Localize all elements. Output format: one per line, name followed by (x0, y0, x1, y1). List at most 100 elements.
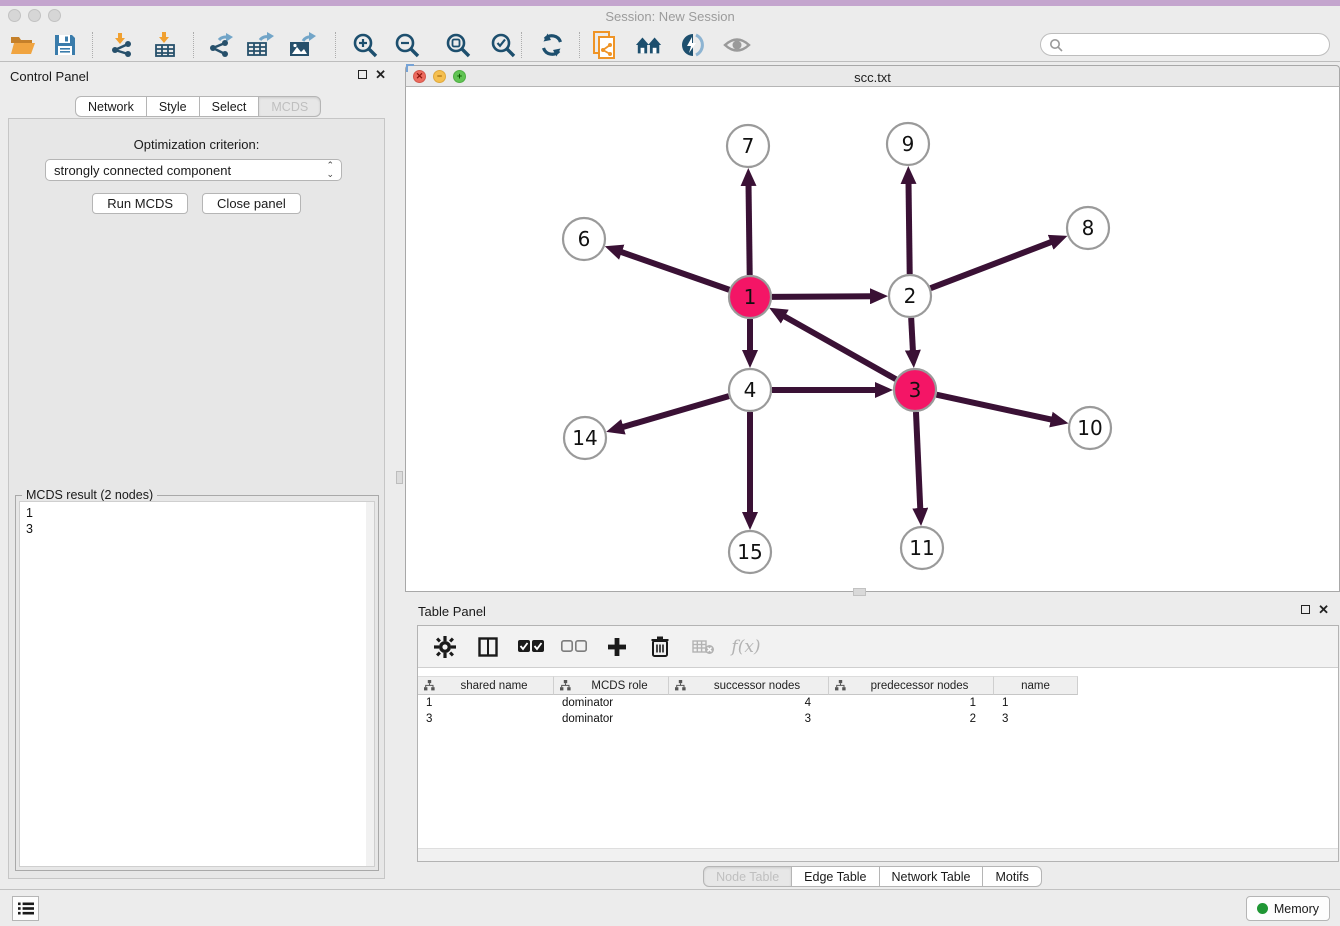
close-panel-icon[interactable]: ✕ (375, 69, 386, 80)
optimization-criterion-dropdown[interactable]: strongly connected component ⌃⌄ (45, 159, 342, 181)
save-session-icon[interactable] (51, 31, 79, 59)
tab-style[interactable]: Style (147, 96, 200, 117)
tab-network[interactable]: Network (75, 96, 147, 117)
edge-2-3[interactable] (911, 318, 913, 354)
node-label-2: 2 (904, 284, 917, 308)
delete-table-icon[interactable] (690, 634, 716, 660)
cell-MCDS-role[interactable]: dominator (554, 711, 669, 727)
network-file-icon[interactable] (591, 31, 619, 59)
cell-predecessor-nodes[interactable]: 2 (829, 711, 994, 727)
memory-status-icon (1257, 903, 1268, 914)
edge-1-7[interactable] (748, 182, 749, 275)
network-window-titlebar[interactable]: ✕ − + scc.txt (405, 65, 1340, 87)
add-column-icon[interactable] (604, 634, 630, 660)
zoom-in-icon[interactable] (351, 31, 379, 59)
open-file-icon[interactable] (9, 31, 37, 59)
dropdown-value: strongly connected component (54, 163, 231, 178)
result-scrollbar[interactable] (366, 502, 374, 866)
network-canvas[interactable]: 7968124314101511 (405, 87, 1340, 592)
run-mcds-button[interactable]: Run MCDS (92, 193, 188, 214)
export-network-icon[interactable] (206, 31, 234, 59)
memory-button[interactable]: Memory (1246, 896, 1330, 921)
table-row[interactable]: 3dominator323 (418, 711, 1338, 727)
eye-view-icon[interactable] (723, 31, 751, 59)
close-table-panel-icon[interactable]: ✕ (1318, 604, 1329, 615)
mcds-result-textarea[interactable]: 1 3 (19, 501, 375, 867)
node-label-4: 4 (744, 378, 757, 402)
column-header-shared-name[interactable]: shared name (418, 676, 554, 695)
toolbar-separator (521, 32, 522, 58)
tab-network-table[interactable]: Network Table (880, 866, 984, 887)
mcds-panel: Optimization criterion: strongly connect… (8, 118, 385, 879)
flash-view-icon[interactable] (679, 31, 707, 59)
tab-mcds[interactable]: MCDS (259, 96, 321, 117)
export-table-icon[interactable] (246, 31, 274, 59)
close-panel-button[interactable]: Close panel (202, 193, 301, 214)
panel-divider-handle[interactable] (396, 471, 403, 484)
cell-name[interactable]: 3 (994, 711, 1078, 727)
table-scrollbar[interactable] (418, 848, 1338, 861)
table-panel: Table Panel ✕ (405, 597, 1340, 889)
cell-predecessor-nodes[interactable]: 1 (829, 695, 994, 711)
column-header-MCDS-role[interactable]: MCDS role (554, 676, 669, 695)
deselect-all-checkboxes-icon[interactable] (561, 634, 587, 660)
zoom-out-icon[interactable] (393, 31, 421, 59)
split-resize-handle[interactable] (853, 588, 866, 596)
node-label-9: 9 (902, 132, 915, 156)
tab-select[interactable]: Select (200, 96, 260, 117)
edge-3-11[interactable] (916, 412, 920, 512)
home-overview-icon[interactable] (635, 31, 663, 59)
edge-1-2[interactable] (772, 296, 874, 297)
network-window: ✕ − + scc.txt 7968124314101511 (405, 65, 1340, 592)
control-panel-header: Control Panel ✕ (0, 62, 394, 88)
tab-edge-table[interactable]: Edge Table (792, 866, 879, 887)
cell-name[interactable]: 1 (994, 695, 1078, 711)
node-label-10: 10 (1077, 416, 1102, 440)
search-field[interactable] (1040, 33, 1330, 56)
edge-1-6[interactable] (618, 251, 729, 290)
edge-4-14[interactable] (620, 396, 729, 428)
column-type-icon (560, 680, 571, 691)
import-table-icon[interactable] (152, 31, 180, 59)
delete-column-icon[interactable] (647, 634, 673, 660)
settings-gear-icon[interactable] (432, 634, 458, 660)
cell-MCDS-role[interactable]: dominator (554, 695, 669, 711)
edge-3-10[interactable] (936, 395, 1054, 421)
column-header-successor-nodes[interactable]: successor nodes (669, 676, 829, 695)
refresh-layout-icon[interactable] (538, 31, 566, 59)
tab-motifs[interactable]: Motifs (983, 866, 1041, 887)
node-label-8: 8 (1082, 216, 1095, 240)
zoom-selected-icon[interactable] (489, 31, 517, 59)
column-header-name[interactable]: name (994, 676, 1078, 695)
column-type-icon (835, 680, 846, 691)
edge-2-9[interactable] (908, 180, 909, 274)
column-header-predecessor-nodes[interactable]: predecessor nodes (829, 676, 994, 695)
toolbar-separator (579, 32, 580, 58)
node-label-15: 15 (737, 540, 762, 564)
control-panel-title: Control Panel (10, 69, 89, 84)
edge-2-8[interactable] (931, 241, 1055, 288)
table-toolbar: f(x) (418, 626, 1338, 668)
float-table-panel-icon[interactable] (1301, 605, 1310, 614)
select-all-checkboxes-icon[interactable] (518, 634, 544, 660)
float-panel-icon[interactable] (358, 70, 367, 79)
cell-successor-nodes[interactable]: 3 (669, 711, 829, 727)
node-label-7: 7 (742, 134, 755, 158)
column-type-icon (675, 680, 686, 691)
cell-successor-nodes[interactable]: 4 (669, 695, 829, 711)
control-panel-tabs: NetworkStyleSelectMCDS (75, 96, 321, 117)
split-columns-icon[interactable] (475, 634, 501, 660)
network-graph[interactable]: 7968124314101511 (406, 87, 1339, 591)
function-builder-icon[interactable]: f(x) (733, 634, 759, 660)
export-image-icon[interactable] (288, 31, 316, 59)
table-row[interactable]: 1dominator411 (418, 695, 1338, 711)
edge-3-1[interactable] (781, 315, 895, 380)
import-network-icon[interactable] (108, 31, 136, 59)
search-input[interactable] (1063, 38, 1329, 52)
tab-node-table[interactable]: Node Table (703, 866, 792, 887)
cell-shared-name[interactable]: 3 (418, 711, 554, 727)
cell-shared-name[interactable]: 1 (418, 695, 554, 711)
task-history-button[interactable] (12, 896, 39, 921)
zoom-fit-icon[interactable] (444, 31, 472, 59)
table-header-row: shared nameMCDS rolesuccessor nodesprede… (418, 676, 1078, 695)
